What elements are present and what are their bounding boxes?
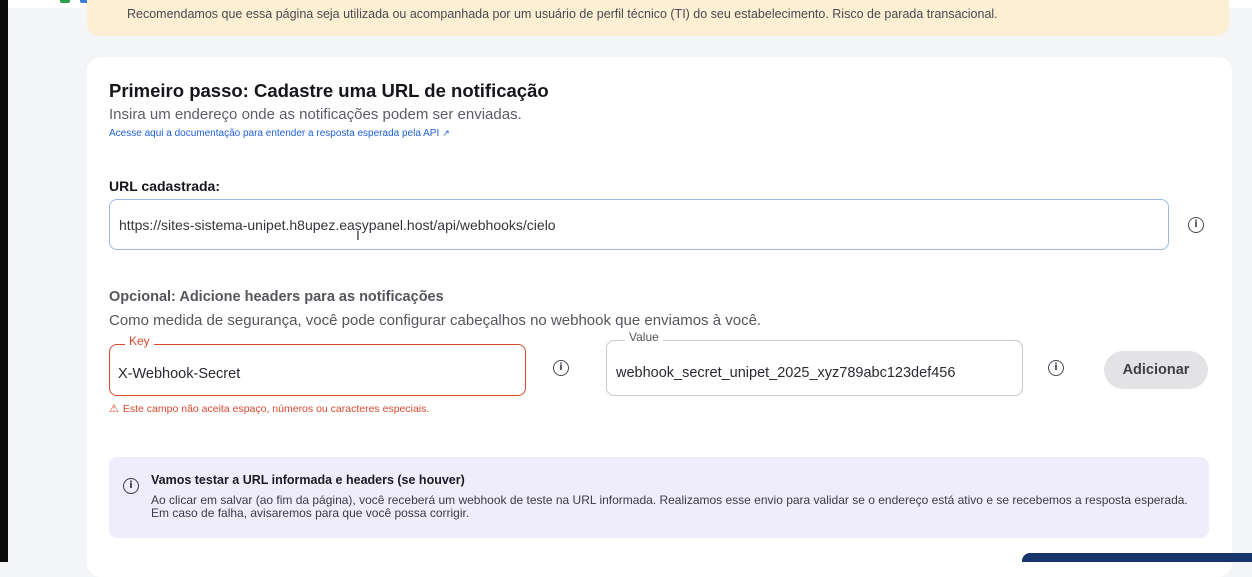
test-notice-body: Ao clicar em salvar (ao fim da página), … bbox=[151, 493, 1188, 520]
step-title: Primeiro passo: Cadastre uma URL de noti… bbox=[109, 80, 549, 101]
doc-link-label: Acesse aqui a documentação para entender… bbox=[109, 128, 440, 139]
header-key-input[interactable]: Key X-Webhook-Secret bbox=[109, 334, 526, 396]
api-documentation-link[interactable]: Acesse aqui a documentação para entender… bbox=[109, 128, 450, 139]
test-notice-title: Vamos testar a URL informada e headers (… bbox=[151, 473, 465, 487]
header-key-error: ⚠ Este campo não aceita espaço, números o… bbox=[109, 402, 429, 415]
text-cursor-icon: I bbox=[356, 227, 360, 243]
step-subtitle: Insira um endereço onde as notificações … bbox=[109, 106, 522, 123]
info-icon: i bbox=[123, 478, 139, 494]
bookmark-favicon[interactable] bbox=[60, 0, 70, 3]
save-button-edge[interactable] bbox=[1022, 553, 1252, 562]
header-value-value: webhook_secret_unipet_2025_xyz789abc123d… bbox=[616, 365, 956, 381]
notification-url-card: Primeiro passo: Cadastre uma URL de noti… bbox=[87, 57, 1232, 577]
header-key-info-icon[interactable]: i bbox=[553, 360, 569, 376]
window-left-edge bbox=[0, 0, 8, 562]
url-input[interactable]: https://sites-sistema-unipet.h8upez.easy… bbox=[109, 199, 1169, 250]
header-value-info-icon[interactable]: i bbox=[1048, 360, 1064, 376]
external-link-icon: ↗ bbox=[442, 128, 450, 138]
technical-warning-banner: Recomendamos que essa página seja utiliz… bbox=[87, 0, 1229, 36]
header-key-value: X-Webhook-Secret bbox=[118, 366, 241, 382]
header-value-label: Value bbox=[625, 330, 663, 344]
url-info-icon[interactable]: i bbox=[1188, 217, 1204, 233]
url-input-value: https://sites-sistema-unipet.h8upez.easy… bbox=[119, 217, 556, 233]
header-value-input[interactable]: Value webhook_secret_unipet_2025_xyz789a… bbox=[606, 330, 1023, 396]
header-key-error-text: Este campo não aceita espaço, números ou… bbox=[122, 403, 430, 415]
headers-section-description: Como medida de segurança, você pode conf… bbox=[109, 312, 762, 329]
header-key-label: Key bbox=[125, 334, 154, 348]
url-field-label: URL cadastrada: bbox=[109, 178, 221, 194]
warning-icon: ⚠ bbox=[109, 402, 119, 415]
headers-section-title: Opcional: Adicione headers para as notif… bbox=[109, 289, 444, 305]
url-test-notice: i Vamos testar a URL informada e headers… bbox=[109, 457, 1209, 538]
warning-text: Recomendamos que essa página seja utiliz… bbox=[127, 7, 998, 21]
add-header-button[interactable]: Adicionar bbox=[1104, 351, 1208, 389]
